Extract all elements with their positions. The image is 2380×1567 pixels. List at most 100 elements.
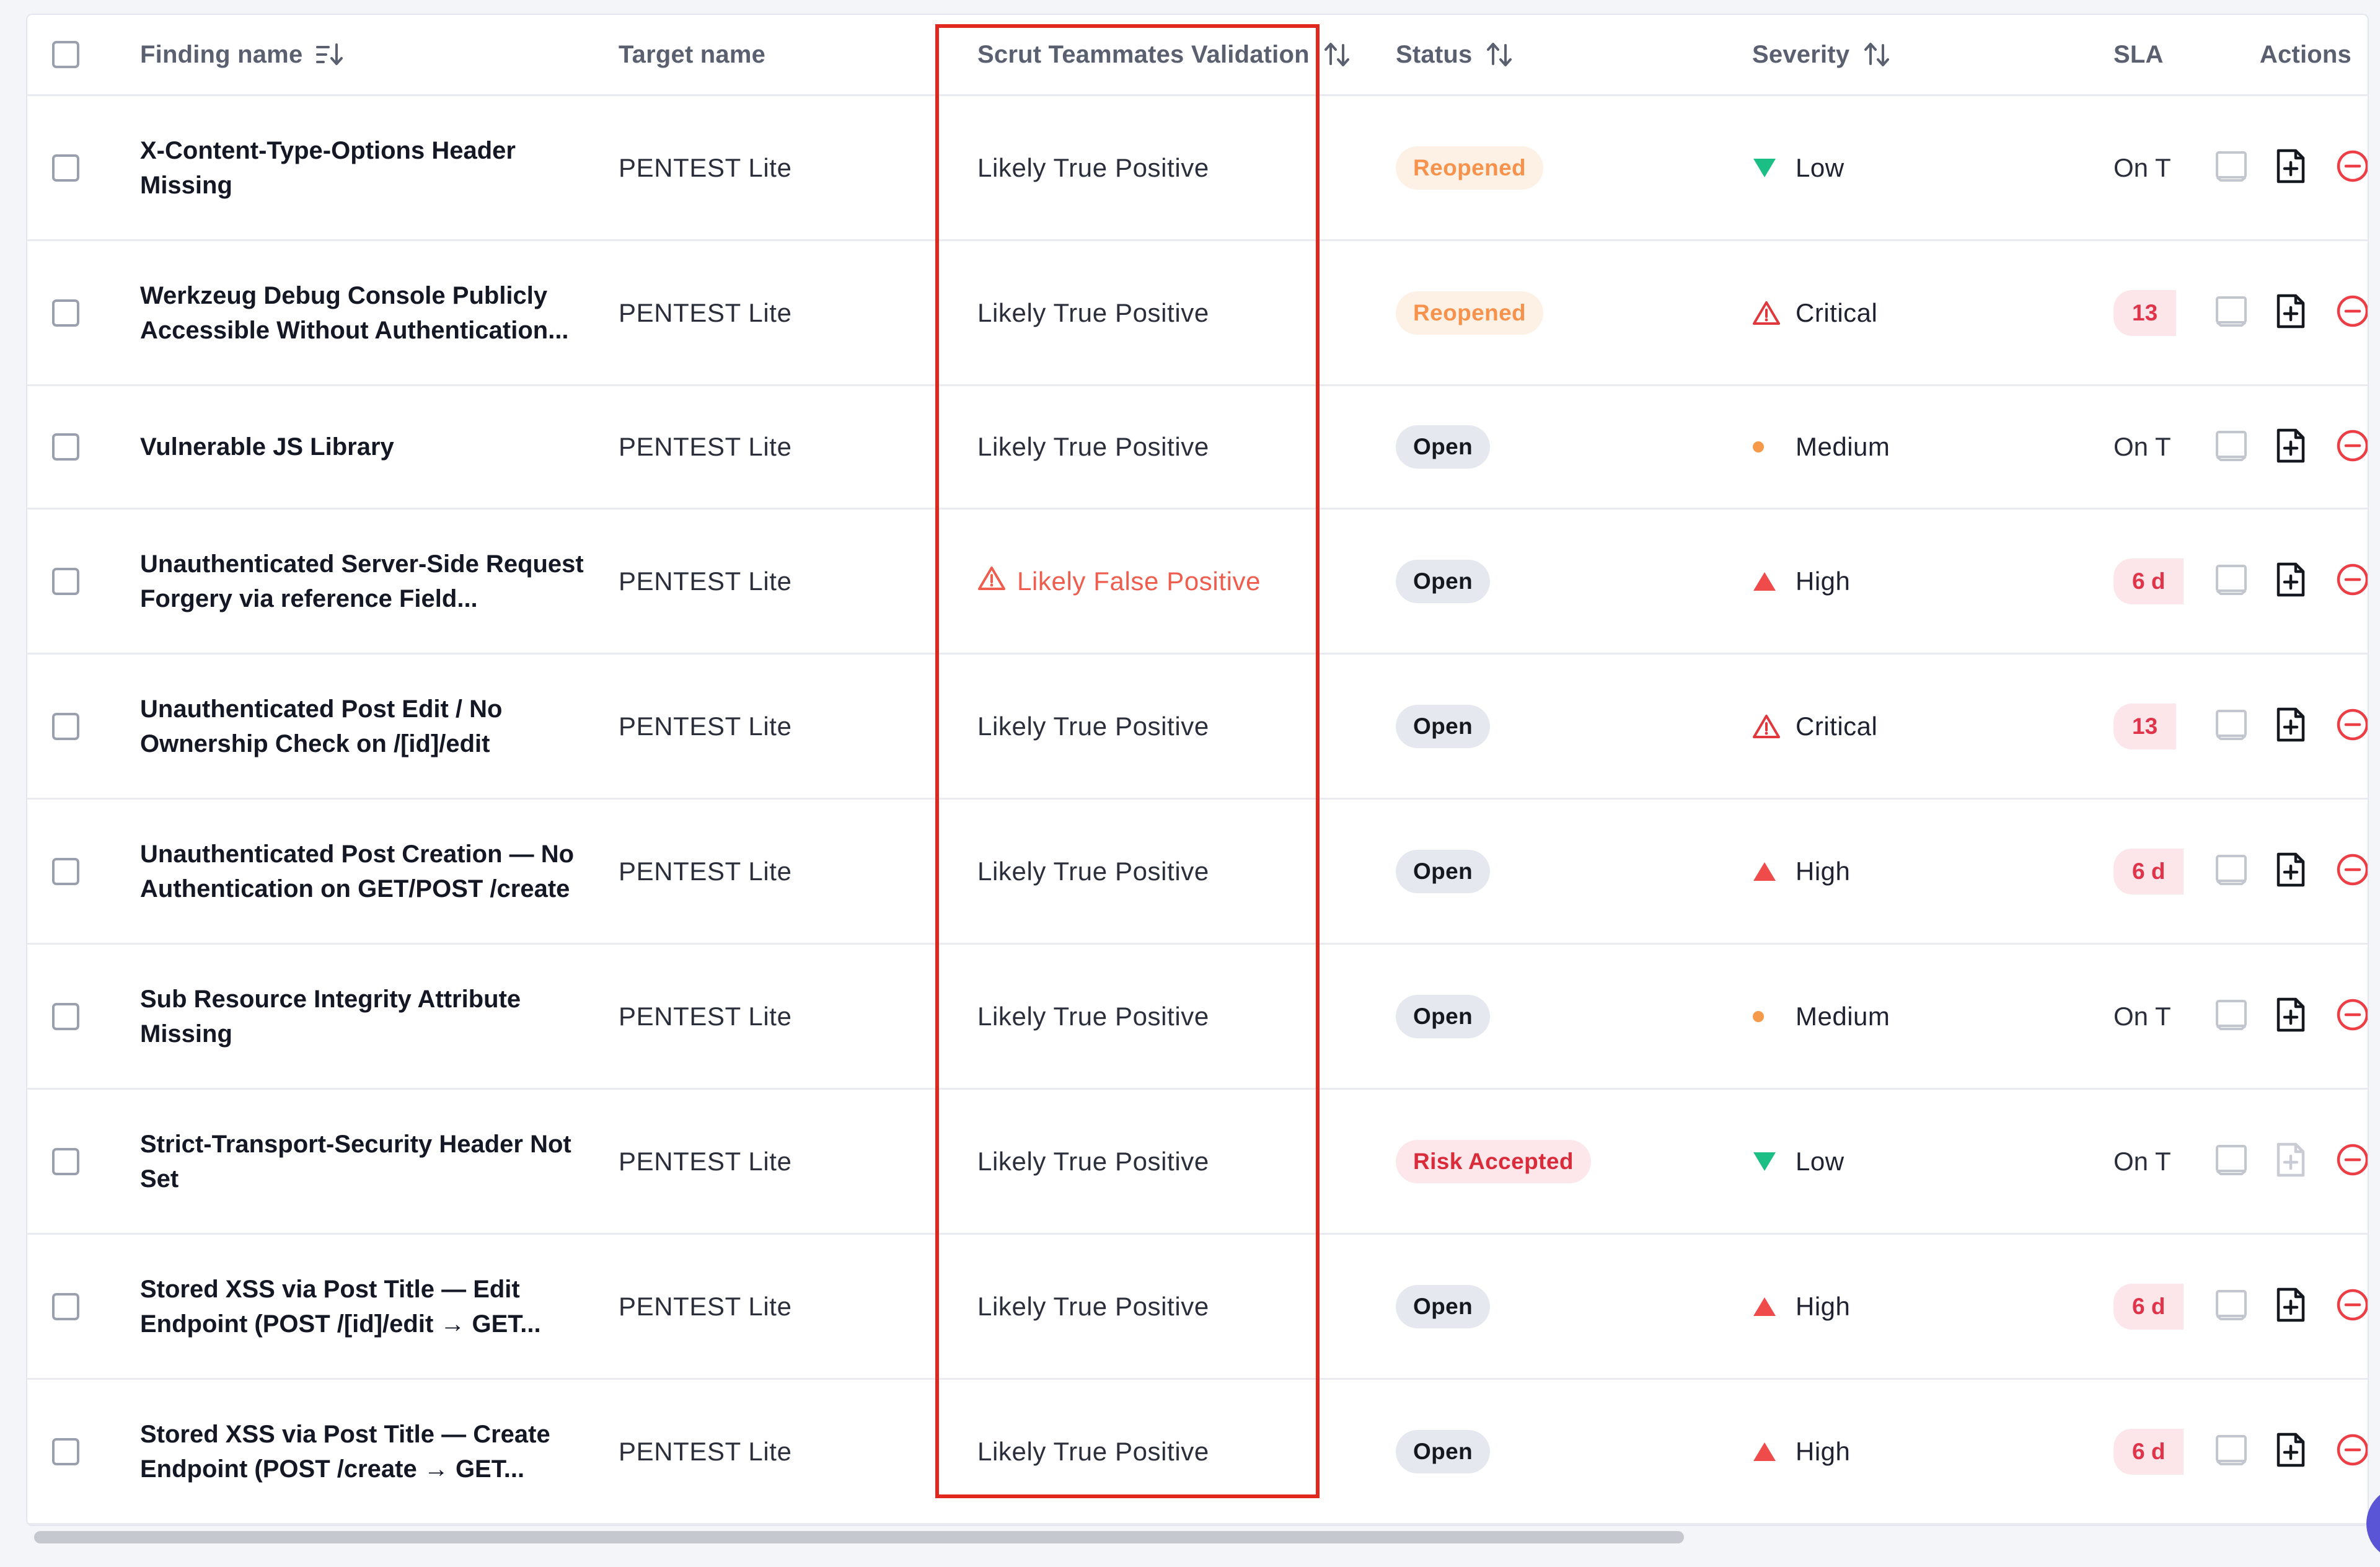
status-badge: Open: [1396, 994, 1491, 1038]
header-sla[interactable]: SLA: [2113, 41, 2164, 69]
header-severity[interactable]: Severity: [1752, 41, 1849, 69]
remove-icon[interactable]: [2335, 562, 2368, 600]
add-file-icon[interactable]: [2275, 852, 2307, 891]
validation-label: Likely True Positive: [977, 856, 1209, 886]
ticket-icon[interactable]: [2214, 1289, 2249, 1324]
header-validation[interactable]: Scrut Teammates Validation: [977, 41, 1310, 69]
remove-icon[interactable]: [2335, 149, 2368, 187]
header-target-name[interactable]: Target name: [619, 41, 765, 69]
remove-icon[interactable]: [2335, 428, 2368, 466]
row-checkbox[interactable]: [52, 1002, 79, 1030]
add-file-icon[interactable]: [2275, 1432, 2307, 1471]
remove-icon[interactable]: [2335, 294, 2368, 332]
table-row[interactable]: Unauthenticated Post Edit / No Ownership…: [27, 655, 2368, 800]
remove-icon[interactable]: [2335, 1432, 2368, 1470]
header-finding-name[interactable]: Finding name: [140, 41, 302, 69]
ticket-icon[interactable]: [2214, 1434, 2249, 1469]
row-checkbox[interactable]: [52, 299, 79, 327]
remove-icon[interactable]: [2335, 707, 2368, 745]
ticket-icon[interactable]: [2214, 150, 2249, 185]
status-badge: Reopened: [1396, 146, 1544, 190]
row-checkbox[interactable]: [52, 1437, 79, 1465]
add-file-icon[interactable]: [2275, 293, 2307, 332]
finding-name[interactable]: Stored XSS via Post Title — Edit Endpoin…: [140, 1272, 611, 1341]
table-row[interactable]: Unauthenticated Post Creation — No Authe…: [27, 800, 2368, 945]
row-checkbox[interactable]: [52, 1147, 79, 1175]
table-row[interactable]: Unauthenticated Server-Side Request Forg…: [27, 510, 2368, 655]
row-checkbox[interactable]: [52, 567, 79, 595]
target-name: PENTEST Lite: [619, 152, 792, 182]
sla-badge: 6 d: [2113, 1428, 2184, 1475]
finding-name[interactable]: Unauthenticated Server-Side Request Forg…: [140, 547, 611, 616]
validation-label: Likely True Positive: [977, 1146, 1209, 1176]
finding-name[interactable]: X-Content-Type-Options Header Missing: [140, 133, 611, 203]
severity: High: [1752, 1437, 1850, 1467]
severity-triangle-down-green-icon: [1752, 1150, 1784, 1173]
table-row[interactable]: Stored XSS via Post Title — Edit Endpoin…: [27, 1235, 2368, 1380]
table-row[interactable]: Strict-Transport-Security Header Not Set…: [27, 1090, 2368, 1235]
finding-name[interactable]: Stored XSS via Post Title — Create Endpo…: [140, 1417, 611, 1486]
table-row[interactable]: Sub Resource Integrity Attribute Missing…: [27, 945, 2368, 1090]
finding-name[interactable]: Unauthenticated Post Creation — No Authe…: [140, 837, 611, 906]
sla-badge: 13: [2113, 703, 2177, 749]
row-checkbox[interactable]: [52, 433, 79, 461]
status-badge: Open: [1396, 559, 1491, 603]
finding-name[interactable]: Werkzeug Debug Console Publicly Accessib…: [140, 278, 611, 348]
severity-warning-outline-red-icon: [1752, 713, 1784, 739]
remove-icon[interactable]: [2335, 997, 2368, 1035]
add-file-icon[interactable]: [2275, 707, 2307, 746]
header-status[interactable]: Status: [1396, 41, 1472, 69]
validation-label: Likely True Positive: [977, 298, 1209, 327]
ticket-icon[interactable]: [2214, 854, 2249, 889]
ticket-icon[interactable]: [2214, 563, 2249, 599]
ticket-icon[interactable]: [2214, 1144, 2249, 1179]
row-checkbox[interactable]: [52, 857, 79, 885]
ticket-icon[interactable]: [2214, 999, 2249, 1034]
finding-name[interactable]: Vulnerable JS Library: [140, 430, 394, 464]
remove-icon[interactable]: [2335, 1287, 2368, 1325]
severity: Low: [1752, 153, 1844, 183]
add-file-icon[interactable]: [2275, 1287, 2307, 1326]
status-badge: Open: [1396, 1429, 1491, 1473]
finding-name[interactable]: Sub Resource Integrity Attribute Missing: [140, 982, 611, 1051]
validation-label: Likely True Positive: [977, 152, 1209, 182]
ticket-icon[interactable]: [2214, 430, 2249, 465]
row-checkbox[interactable]: [52, 712, 79, 740]
ticket-icon[interactable]: [2214, 708, 2249, 744]
ticket-icon[interactable]: [2214, 295, 2249, 330]
add-file-icon[interactable]: [2275, 428, 2307, 467]
row-checkbox[interactable]: [52, 1292, 79, 1320]
table-row[interactable]: Stored XSS via Post Title — Create Endpo…: [27, 1380, 2368, 1525]
status-badge: Open: [1396, 849, 1491, 893]
severity: High: [1752, 567, 1850, 596]
remove-icon[interactable]: [2335, 852, 2368, 890]
table-row[interactable]: X-Content-Type-Options Header Missing PEN…: [27, 96, 2368, 241]
row-checkbox[interactable]: [52, 154, 79, 182]
target-name: PENTEST Lite: [619, 856, 792, 886]
warning-icon: [977, 565, 1017, 598]
remove-icon[interactable]: [2335, 1142, 2368, 1180]
severity-dot-orange-icon: [1752, 1007, 1784, 1026]
sort-icon[interactable]: [1323, 42, 1351, 68]
finding-name[interactable]: Unauthenticated Post Edit / No Ownership…: [140, 692, 611, 761]
table-row[interactable]: Werkzeug Debug Console Publicly Accessib…: [27, 241, 2368, 386]
select-all-checkbox[interactable]: [52, 41, 79, 68]
status-badge: Open: [1396, 1284, 1491, 1328]
severity: Medium: [1752, 432, 1890, 462]
validation-label: Likely False Positive: [1017, 566, 1261, 596]
sort-desc-icon[interactable]: [316, 42, 343, 67]
sla-badge: 13: [2113, 289, 2177, 336]
add-file-icon: [2275, 1142, 2307, 1181]
add-file-icon[interactable]: [2275, 562, 2307, 601]
severity-warning-outline-red-icon: [1752, 300, 1784, 326]
severity-triangle-down-green-icon: [1752, 157, 1784, 179]
severity-triangle-up-red-icon: [1752, 860, 1784, 883]
add-file-icon[interactable]: [2275, 148, 2307, 187]
sort-icon[interactable]: [1863, 42, 1890, 68]
horizontal-scrollbar-thumb[interactable]: [34, 1531, 1684, 1543]
add-file-icon[interactable]: [2275, 997, 2307, 1036]
finding-name[interactable]: Strict-Transport-Security Header Not Set: [140, 1127, 611, 1196]
table-row[interactable]: Vulnerable JS Library PENTEST Lite Likely …: [27, 386, 2368, 510]
sort-icon[interactable]: [1486, 42, 1513, 68]
sla-badge: 6 d: [2113, 1283, 2184, 1330]
